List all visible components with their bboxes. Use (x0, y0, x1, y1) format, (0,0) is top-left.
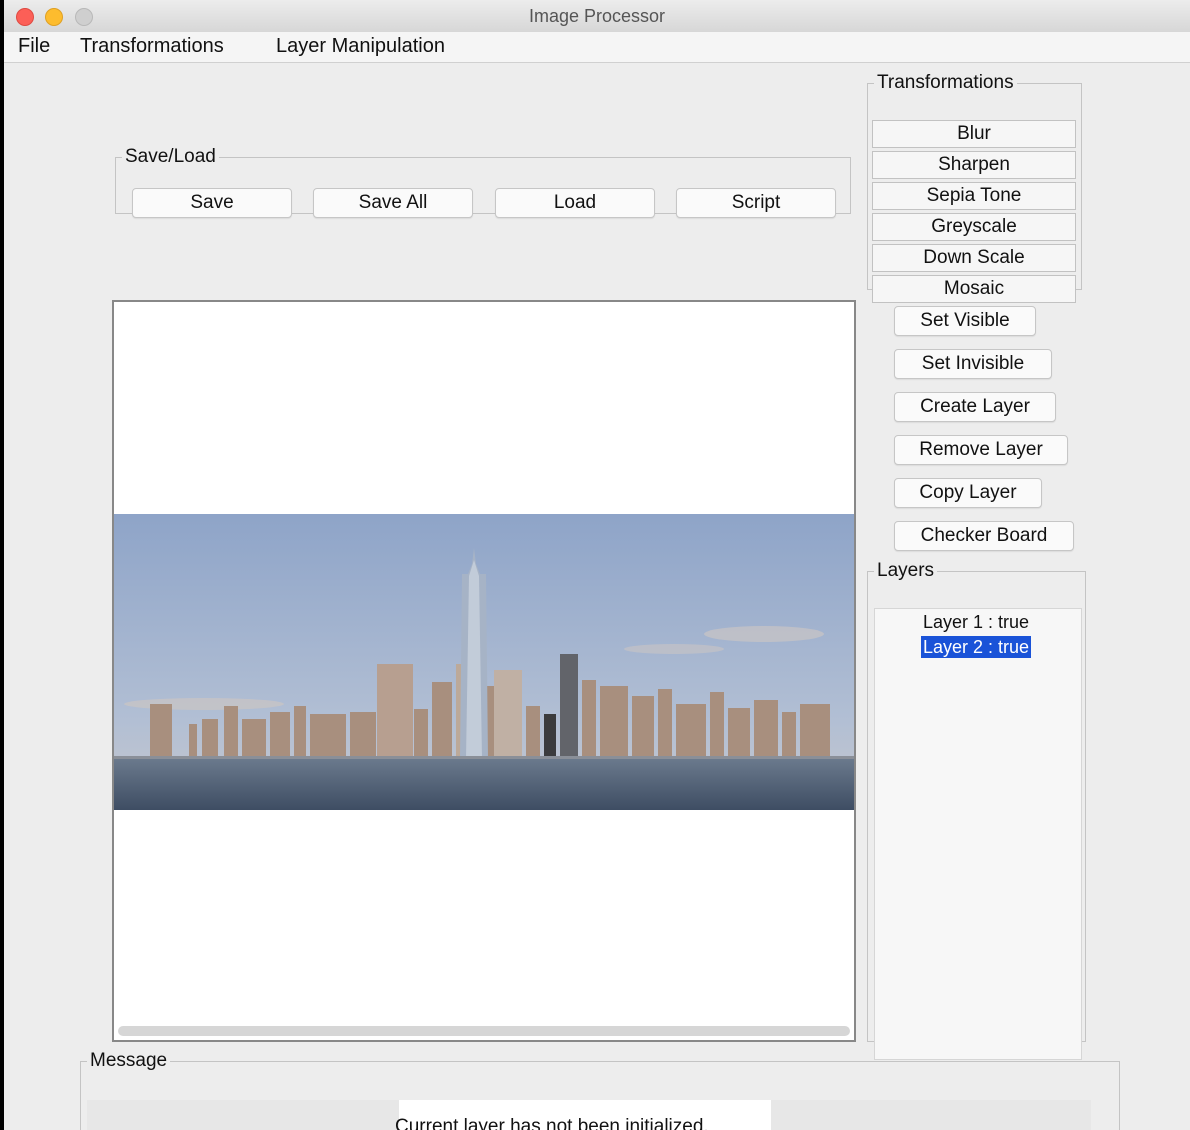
save-load-legend: Save/Load (125, 146, 216, 167)
sharpen-button[interactable]: Sharpen (872, 151, 1076, 179)
mosaic-button[interactable]: Mosaic (872, 275, 1076, 303)
checker-board-button[interactable]: Checker Board (894, 521, 1074, 551)
window-title: Image Processor (528, 6, 666, 26)
image-canvas[interactable] (112, 300, 856, 1042)
set-visible-button[interactable]: Set Visible (894, 306, 1036, 336)
transformations-panel: Transformations Blur Sharpen Sepia Tone … (867, 72, 1082, 303)
greyscale-button[interactable]: Greyscale (872, 213, 1076, 241)
menu-file[interactable]: File (18, 35, 50, 58)
transformations-legend: Transformations (877, 72, 1014, 93)
set-invisible-button[interactable]: Set Invisible (894, 349, 1052, 379)
message-area-right (771, 1100, 1091, 1130)
message-legend: Message (90, 1050, 168, 1071)
down-scale-button[interactable]: Down Scale (872, 244, 1076, 272)
message-area-left (87, 1100, 399, 1130)
horizontal-scrollbar[interactable] (118, 1026, 850, 1036)
message-text: Current layer has not been initialized. (395, 1116, 709, 1130)
menu-bar: File Transformations Layer Manipulation (4, 32, 1190, 63)
script-button[interactable]: Script (676, 188, 836, 218)
create-layer-button[interactable]: Create Layer (894, 392, 1056, 422)
remove-layer-button[interactable]: Remove Layer (894, 435, 1068, 465)
layers-legend: Layers (877, 560, 935, 581)
load-button[interactable]: Load (495, 188, 655, 218)
message-panel: Message Current layer has not been initi… (80, 1050, 1120, 1130)
copy-layer-button[interactable]: Copy Layer (894, 478, 1042, 508)
title-bar: Image Processor (4, 0, 1190, 33)
layers-panel: Layers Layer 1 : true Layer 2 : true (867, 560, 1086, 1060)
skyline-image (114, 514, 854, 810)
menu-layer-manipulation[interactable]: Layer Manipulation (276, 35, 445, 58)
layer-list-item[interactable]: Layer 1 : true (921, 611, 1031, 633)
sepia-tone-button[interactable]: Sepia Tone (872, 182, 1076, 210)
save-button[interactable]: Save (132, 188, 292, 218)
save-load-panel: Save/Load Save Save All Load Script (115, 146, 851, 218)
app-window: Image Processor File Transformations Lay… (4, 0, 1190, 1130)
blur-button[interactable]: Blur (872, 120, 1076, 148)
layer-list-item-selected[interactable]: Layer 2 : true (921, 636, 1032, 658)
save-all-button[interactable]: Save All (313, 188, 473, 218)
layers-list[interactable]: Layer 1 : true Layer 2 : true (874, 608, 1082, 1060)
menu-transformations[interactable]: Transformations (80, 35, 224, 58)
